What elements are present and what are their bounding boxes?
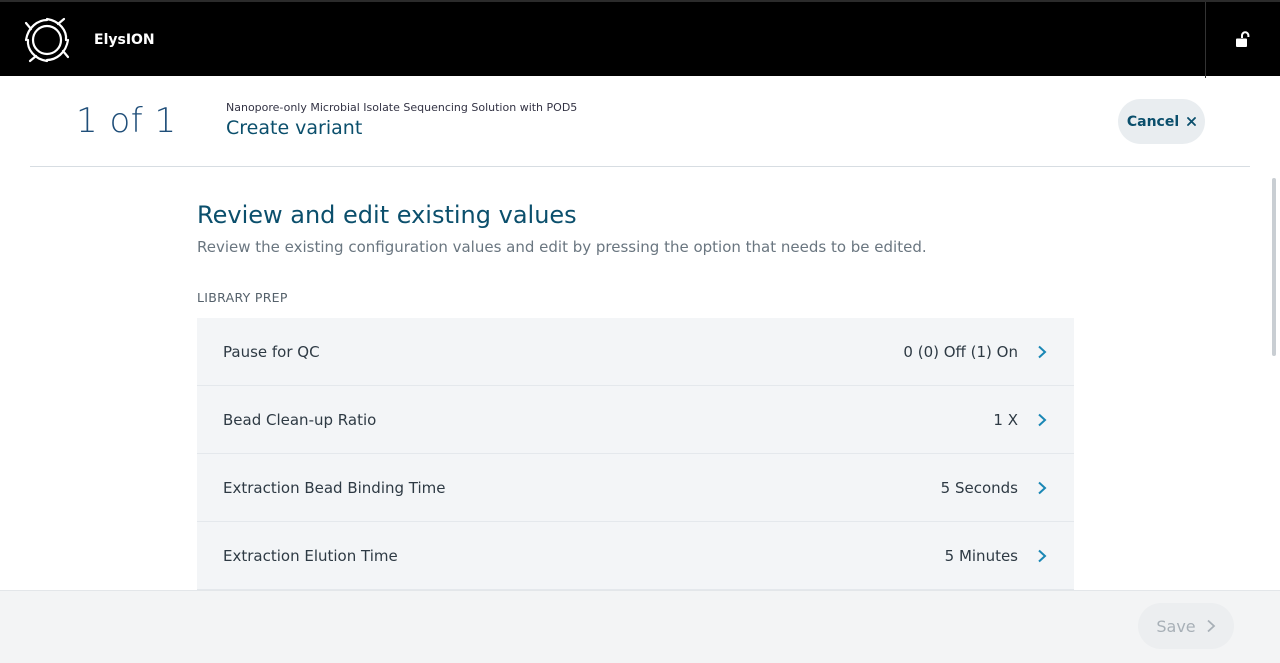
logo-icon (24, 17, 70, 63)
scrollbar[interactable] (1270, 172, 1278, 587)
cancel-label: Cancel (1126, 113, 1180, 130)
setting-row-bead-cleanup-ratio[interactable]: Bead Clean-up Ratio 1 X (197, 386, 1074, 454)
chevron-right-icon (1038, 549, 1047, 562)
step-indicator: 1 of 1 (76, 101, 177, 141)
wizard-header (0, 76, 1280, 168)
app-name: ElysION (94, 32, 155, 48)
setting-label: Extraction Elution Time (223, 546, 398, 565)
top-bar: ElysION (0, 0, 1280, 78)
main-content: Review and edit existing values Review t… (0, 168, 1280, 590)
setting-row-extraction-elution-time[interactable]: Extraction Elution Time 5 Minutes (197, 522, 1074, 590)
scrollbar-thumb[interactable] (1272, 178, 1276, 356)
header-divider (30, 166, 1250, 167)
group-label: LIBRARY PREP (197, 290, 288, 305)
setting-label: Pause for QC (223, 342, 320, 361)
footer: Save (0, 590, 1280, 663)
settings-list: Pause for QC 0 (0) Off (1) On Bead Clean… (197, 318, 1074, 590)
chevron-right-icon (1038, 481, 1047, 494)
chevron-right-icon (1038, 413, 1047, 426)
setting-row-extraction-bead-binding-time[interactable]: Extraction Bead Binding Time 5 Seconds (197, 454, 1074, 522)
chevron-right-icon (1207, 619, 1215, 633)
setting-value: 5 Minutes (944, 546, 1018, 565)
section-description: Review the existing configuration values… (197, 238, 927, 256)
save-label: Save (1156, 616, 1196, 636)
setting-row-pause-for-qc[interactable]: Pause for QC 0 (0) Off (1) On (197, 318, 1074, 386)
setting-label: Bead Clean-up Ratio (223, 410, 377, 429)
close-icon (1187, 117, 1197, 126)
unlock-icon (1236, 31, 1250, 47)
setting-value: 5 Seconds (940, 478, 1018, 497)
page-title: Create variant (226, 117, 363, 139)
lock-button[interactable] (1206, 2, 1280, 78)
chevron-right-icon (1038, 345, 1047, 358)
save-button[interactable]: Save (1138, 603, 1234, 649)
setting-value: 1 X (993, 410, 1018, 429)
section-title: Review and edit existing values (197, 201, 577, 229)
setting-label: Extraction Bead Binding Time (223, 478, 446, 497)
protocol-name: Nanopore-only Microbial Isolate Sequenci… (226, 101, 578, 114)
cancel-button[interactable]: Cancel (1118, 99, 1205, 144)
setting-value: 0 (0) Off (1) On (903, 342, 1018, 361)
